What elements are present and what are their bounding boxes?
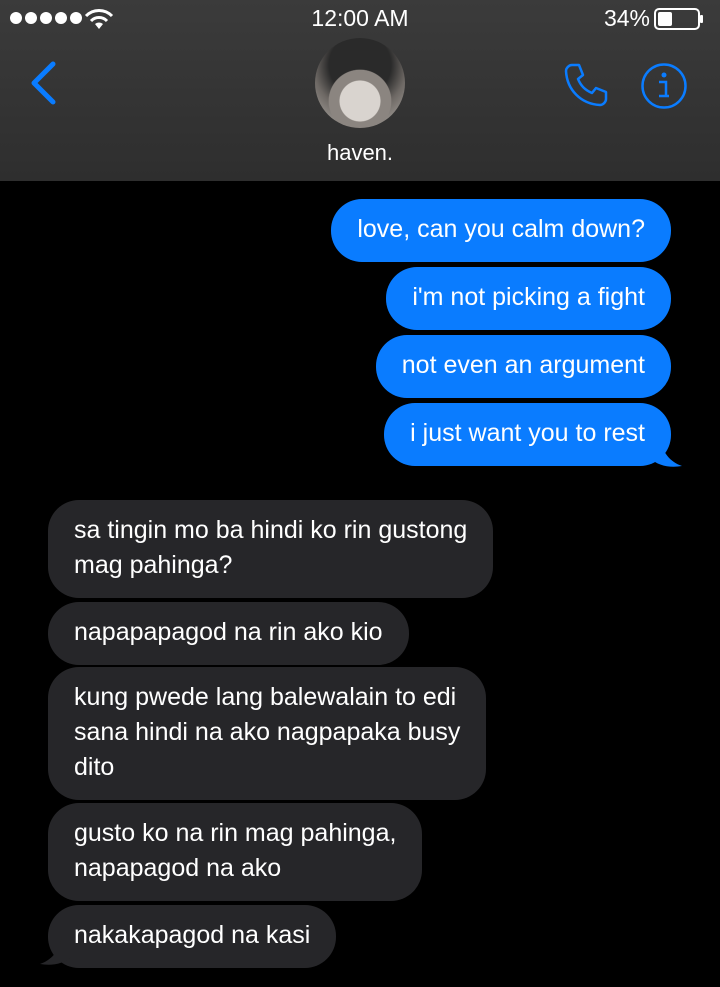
sent-bubble-tail	[650, 438, 682, 467]
battery-icon	[654, 8, 703, 30]
phone-icon[interactable]	[563, 62, 609, 108]
battery-percent: 34%	[603, 5, 650, 31]
received-message[interactable]: nakakapagod na kasi	[48, 905, 337, 968]
sent-message[interactable]: i just want you to rest	[384, 403, 671, 466]
received-message[interactable]: sa tingin mo ba hindi ko rin gustong mag…	[48, 500, 494, 598]
sent-message[interactable]: love, can you calm down?	[331, 199, 671, 262]
sent-message[interactable]: i'm not picking a fight	[386, 267, 671, 330]
contact-name[interactable]: haven.	[0, 140, 720, 166]
chevron-left-icon[interactable]	[26, 60, 60, 106]
info-icon[interactable]	[640, 62, 688, 110]
status-bar: 12:00 AM 34%	[0, 0, 720, 38]
received-message[interactable]: napapapagod na rin ako kio	[48, 602, 409, 665]
sent-message[interactable]: not even an argument	[375, 335, 671, 398]
received-bubble-tail	[40, 936, 72, 965]
received-message[interactable]: kung pwede lang balewalain to edi sana h…	[48, 667, 487, 800]
avatar[interactable]	[315, 38, 405, 128]
received-message[interactable]: gusto ko na rin mag pahinga, napapagod n…	[48, 803, 423, 901]
conversation-header: 12:00 AM 34% haven.	[0, 0, 720, 181]
